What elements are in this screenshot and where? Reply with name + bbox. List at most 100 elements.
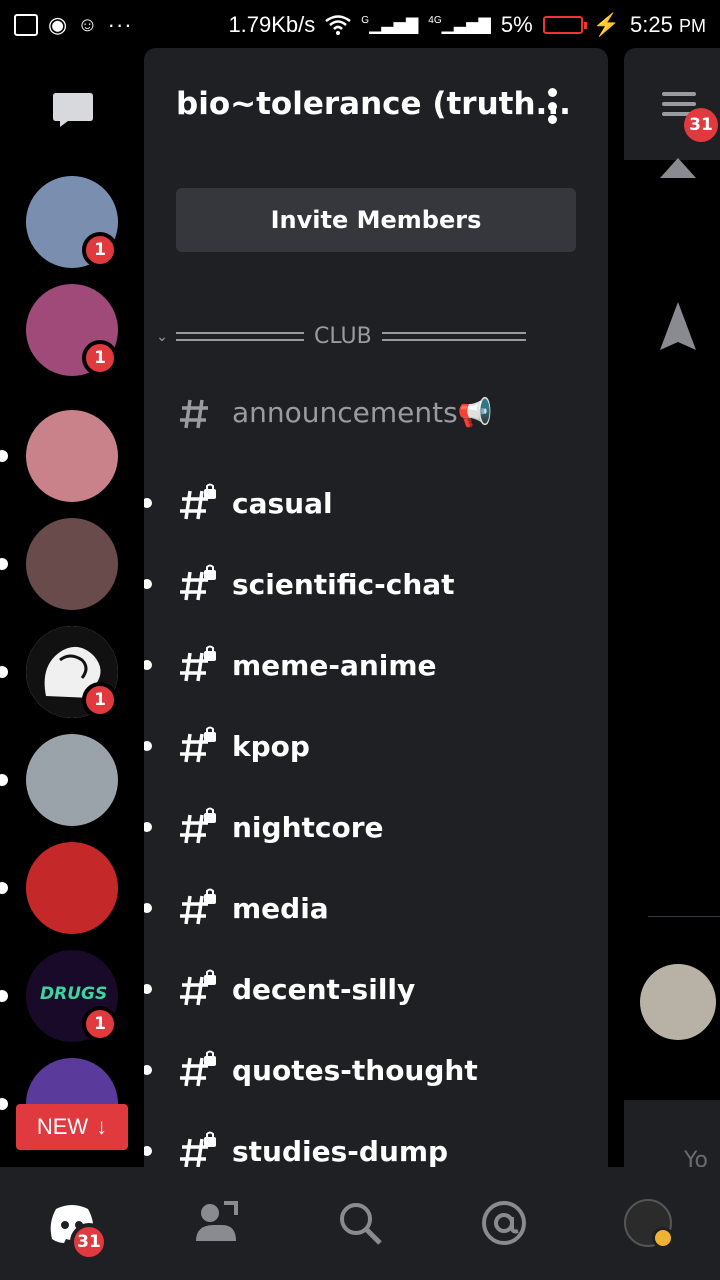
channel-name: kpop [232, 729, 310, 763]
server-notification-badge: 1 [82, 340, 118, 376]
direct-messages-icon[interactable] [52, 92, 94, 128]
battery-percent: 5% [500, 12, 533, 37]
locked-channel-icon [180, 1131, 216, 1167]
channel-name: announcements📢 [232, 395, 493, 429]
chat-peek: 31 Yo [624, 48, 720, 1173]
peek-header: 31 [624, 48, 720, 160]
locked-channel-icon [180, 726, 216, 763]
clock: 5:25 PM [630, 12, 706, 38]
category-label: CLUB [314, 324, 372, 349]
channel-name: media [232, 891, 329, 925]
server-rail: 1 1 1 DRUGS 1 NEW ↓ [0, 50, 144, 1167]
channel-name: quotes-thought [232, 1053, 478, 1087]
clock-ampm: PM [679, 16, 706, 36]
unread-indicator [0, 558, 8, 570]
status-bar-right: 1.79Kb/s G▁▃▅▇ 4G▁▃▅▇ 5% ⚡ 5:25 PM [228, 12, 706, 38]
unread-indicator [0, 990, 8, 1002]
status-bar-left: ◉ ☺ ··· [14, 12, 133, 38]
channel-scientific-chat[interactable]: scientific-chat [144, 554, 608, 614]
signal-sim2-icon: 4G▁▃▅▇ [428, 15, 491, 34]
locked-channel-icon [180, 1050, 216, 1087]
category-divider-left [176, 332, 304, 341]
locked-channel-icon [180, 645, 216, 682]
channel-kpop[interactable]: kpop [144, 716, 608, 776]
search-icon[interactable] [334, 1197, 386, 1249]
locked-channel-icon [180, 969, 216, 1006]
channel-name: meme-anime [232, 648, 437, 682]
locked-channel-icon [180, 564, 216, 601]
battery-icon [542, 16, 587, 34]
unread-indicator [144, 1065, 152, 1075]
arrow-up-icon [660, 158, 696, 178]
server-title[interactable]: bio~tolerance (truth... [176, 86, 571, 122]
android-notification-icon: ☺ [77, 13, 98, 36]
channel-studies-dump[interactable]: studies-dump [144, 1121, 608, 1167]
signal-sim2-label: 4G [428, 15, 442, 26]
unread-indicator [144, 984, 152, 994]
signal-sim1-icon: G▁▃▅▇ [361, 15, 419, 34]
channel-name: nightcore [232, 810, 384, 844]
chevron-down-icon: ⌄ [156, 328, 168, 345]
unread-indicator [144, 741, 152, 751]
clock-time: 5:25 [630, 12, 673, 37]
wifi-icon [325, 15, 352, 35]
unread-indicator [0, 774, 8, 786]
mentions-icon[interactable] [478, 1197, 530, 1249]
unread-indicator [0, 666, 8, 678]
new-unreads-label: NEW [36, 1114, 89, 1139]
more-notifications-icon: ··· [107, 12, 133, 37]
music-notification-icon: ◉ [48, 12, 68, 37]
category-divider-right [381, 332, 526, 341]
status-bar: ◉ ☺ ··· 1.79Kb/s G▁▃▅▇ 4G▁▃▅▇ 5% ⚡ 5:25 … [0, 0, 720, 50]
server-icon-truck[interactable] [26, 842, 118, 934]
friends-icon[interactable] [192, 1197, 244, 1249]
unread-indicator [0, 450, 8, 462]
home-notification-badge: 31 [70, 1223, 108, 1261]
channel-quotes-thought[interactable]: quotes-thought [144, 1040, 608, 1100]
server-icon-strawberry[interactable] [26, 410, 118, 502]
channel-nightcore[interactable]: nightcore [144, 797, 608, 857]
unread-indicator [144, 660, 152, 670]
channel-name: scientific-chat [232, 567, 455, 601]
channel-casual[interactable]: casual [144, 473, 608, 533]
locked-channel-icon [180, 807, 216, 844]
signal-sim1-label: G [361, 15, 370, 26]
server-menu-icon[interactable] [542, 88, 562, 124]
charging-bolt-icon: ⚡ [592, 12, 621, 37]
bottom-navigation: 31 [0, 1167, 720, 1280]
channel-name: studies-dump [232, 1134, 449, 1168]
channel-panel: bio~tolerance (truth... Invite Members ⌄… [144, 48, 608, 1167]
arrow-down-icon: ↓ [96, 1114, 108, 1139]
channel-announcements[interactable]: announcements📢 [144, 382, 608, 442]
drugs-logo: DRUGS [40, 984, 108, 1004]
unread-indicator [144, 1146, 152, 1156]
locked-channel-icon [180, 483, 216, 520]
invite-members-button[interactable]: Invite Members [176, 188, 576, 252]
avatar[interactable] [640, 964, 716, 1040]
channel-decent-silly[interactable]: decent-silly [144, 959, 608, 1019]
unread-indicator [0, 1098, 8, 1110]
unread-indicator [144, 579, 152, 589]
unread-indicator [144, 822, 152, 832]
profile-avatar[interactable] [624, 1199, 674, 1249]
channel-meme-anime[interactable]: meme-anime [144, 635, 608, 695]
unread-indicator [144, 903, 152, 913]
arrow-up-icon [660, 302, 696, 350]
channel-name: decent-silly [232, 972, 416, 1006]
unread-indicator [144, 498, 152, 508]
unread-indicator [0, 882, 8, 894]
server-icon-wanderer[interactable] [26, 734, 118, 826]
text-channel-icon [180, 399, 208, 429]
network-speed: 1.79Kb/s [228, 12, 316, 37]
divider [648, 916, 720, 917]
locked-channel-icon [180, 888, 216, 925]
category-header[interactable]: ⌄ CLUB [152, 324, 592, 349]
server-notification-badge: 1 [82, 1006, 118, 1042]
server-icon-girl[interactable] [26, 518, 118, 610]
server-notification-badge: 1 [82, 232, 118, 268]
channel-name: casual [232, 486, 333, 520]
new-unreads-button[interactable]: NEW ↓ [16, 1104, 128, 1150]
server-notification-badge: 1 [82, 682, 118, 718]
gallery-notification-icon [14, 14, 38, 36]
channel-media[interactable]: media [144, 878, 608, 938]
